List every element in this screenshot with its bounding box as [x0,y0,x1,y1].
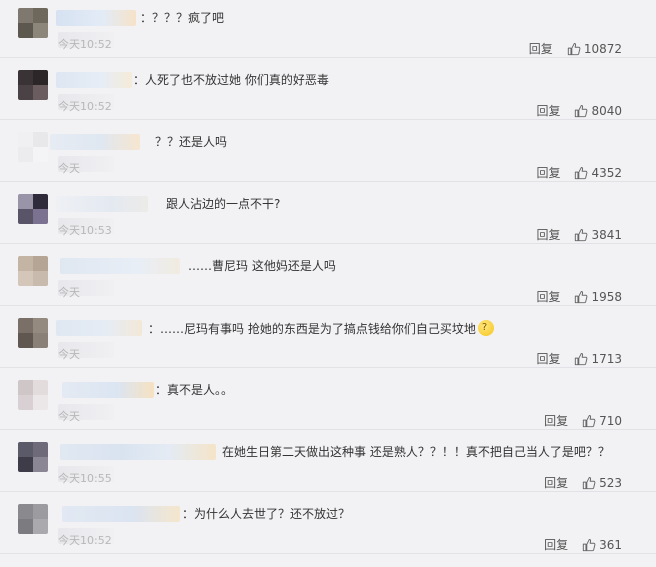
like-count: 10872 [583,41,622,56]
reply-button[interactable]: 回复 [544,474,568,491]
comment-item: 今天 ：……尼玛有事吗 抢她的东西是为了搞点钱给你们自己买坟地 回复 1713 [0,306,656,368]
like-button[interactable]: 4352 [574,166,622,180]
reply-button[interactable]: 回复 [536,350,560,367]
comment-item: 今天10:53 跟人沾边的一点不干? 回复 3841 [0,182,656,244]
like-count: 361 [599,537,622,552]
comment-time: 今天10:52 [58,534,112,547]
comment-text-content: ：……尼玛有事吗 抢她的东西是为了搞点钱给你们自己买坟地 [148,322,476,336]
comment-time: 今天 [58,286,80,299]
avatar[interactable] [18,132,48,162]
comment-actions: 回复 10872 [529,40,622,57]
comment-time: 今天10:52 [58,38,112,51]
thumbs-up-icon [575,290,588,303]
like-count: 4352 [591,165,622,180]
comment-actions: 回复 1958 [536,288,622,305]
like-button[interactable]: 10872 [567,42,622,56]
avatar[interactable] [18,8,48,38]
avatar[interactable] [18,70,48,100]
comment-text: ：？？？疯了吧 [140,11,225,25]
comment-item: 今天 ？？还是人吗 回复 4352 [0,120,656,182]
username-blurred[interactable] [60,444,216,460]
like-count: 8040 [591,103,622,118]
reply-button[interactable]: 回复 [536,164,560,181]
comment-actions: 回复 4352 [536,164,622,181]
comment-text: 跟人沾边的一点不干? [166,197,281,211]
username-blurred[interactable] [60,258,180,274]
thumbs-up-icon [575,166,588,179]
reply-button[interactable]: 回复 [536,288,560,305]
thumbs-up-icon [582,476,596,489]
comment-time: 今天10:55 [58,472,112,485]
username-blurred[interactable] [56,72,132,88]
comment-text: 在她生日第二天做出这种事 还是熟人？？！！真不把自己当人了是吧？？ [222,445,610,459]
comment-item: 今天 ：真不是人。。 回复 710 [0,368,656,430]
like-count: 1958 [591,289,622,304]
reply-button[interactable]: 回复 [536,102,560,119]
like-count: 523 [599,475,622,490]
username-blurred[interactable] [56,196,148,212]
comment-item: 今天 ……曹尼玛 这他妈还是人吗 回复 1958 [0,244,656,306]
reply-button[interactable]: 回复 [529,40,553,57]
comment-actions: 回复 710 [544,412,622,429]
like-count: 3841 [591,227,622,242]
reply-button[interactable]: 回复 [544,536,568,553]
comment-item: 今天10:52 ：人死了也不放过她 你们真的好恶毒 回复 8040 [0,58,656,120]
thumbs-up-icon [582,538,596,551]
reply-button[interactable]: 回复 [544,412,568,429]
comment-actions: 回复 1713 [536,350,622,367]
avatar[interactable] [18,256,48,286]
comment-text: ……曹尼玛 这他妈还是人吗 [188,259,336,273]
comment-list: 今天10:52 ：？？？疯了吧 回复 10872 今天10:52 ：人死了也不放… [0,0,656,567]
comment-text: ：为什么人去世了？还不放过？ [182,507,351,521]
like-button[interactable]: 523 [582,476,622,490]
like-count: 1713 [591,351,622,366]
thumbs-up-icon [575,228,588,241]
username-blurred[interactable] [50,134,140,150]
avatar[interactable] [18,442,48,472]
comment-actions: 回复 523 [544,474,622,491]
comment-item: 今天10:52 ：？？？疯了吧 回复 10872 [0,0,656,58]
avatar[interactable] [18,194,48,224]
comment-text: ？？还是人吗 [155,135,228,149]
comment-time: 今天 [58,348,80,361]
username-blurred[interactable] [62,506,180,522]
like-count: 710 [599,413,622,428]
comment-item: 今天10:55 在她生日第二天做出这种事 还是熟人？？！！真不把自己当人了是吧？… [0,430,656,492]
thumbs-up-icon [575,352,588,365]
like-button[interactable]: 361 [582,538,622,552]
avatar[interactable] [18,380,48,410]
like-button[interactable]: 3841 [574,228,622,242]
comment-time: 今天10:53 [58,224,112,237]
comment-time: 今天10:52 [58,100,112,113]
comment-item: 今天10:52 ：为什么人去世了？还不放过？ 回复 361 [0,492,656,554]
avatar[interactable] [18,504,48,534]
thumbs-up-icon [582,414,596,427]
thumbs-up-icon [575,104,588,117]
like-button[interactable]: 8040 [574,104,622,118]
avatar[interactable] [18,318,48,348]
reply-button[interactable]: 回复 [536,226,560,243]
thumbs-up-icon [567,42,581,55]
comment-text: ：人死了也不放过她 你们真的好恶毒 [133,73,329,87]
comment-actions: 回复 361 [544,536,622,553]
comment-text: ：真不是人。。 [155,383,234,397]
username-blurred[interactable] [62,382,154,398]
like-button[interactable]: 1958 [574,290,622,304]
username-blurred[interactable] [56,320,142,336]
thinking-face-icon [477,320,494,336]
comment-actions: 回复 3841 [536,226,622,243]
like-button[interactable]: 710 [582,414,622,428]
username-blurred[interactable] [56,10,136,26]
comment-time: 今天 [58,162,80,175]
comment-text: ：……尼玛有事吗 抢她的东西是为了搞点钱给你们自己买坟地 [148,320,494,337]
like-button[interactable]: 1713 [574,352,622,366]
comment-actions: 回复 8040 [536,102,622,119]
comment-time: 今天 [58,410,80,423]
